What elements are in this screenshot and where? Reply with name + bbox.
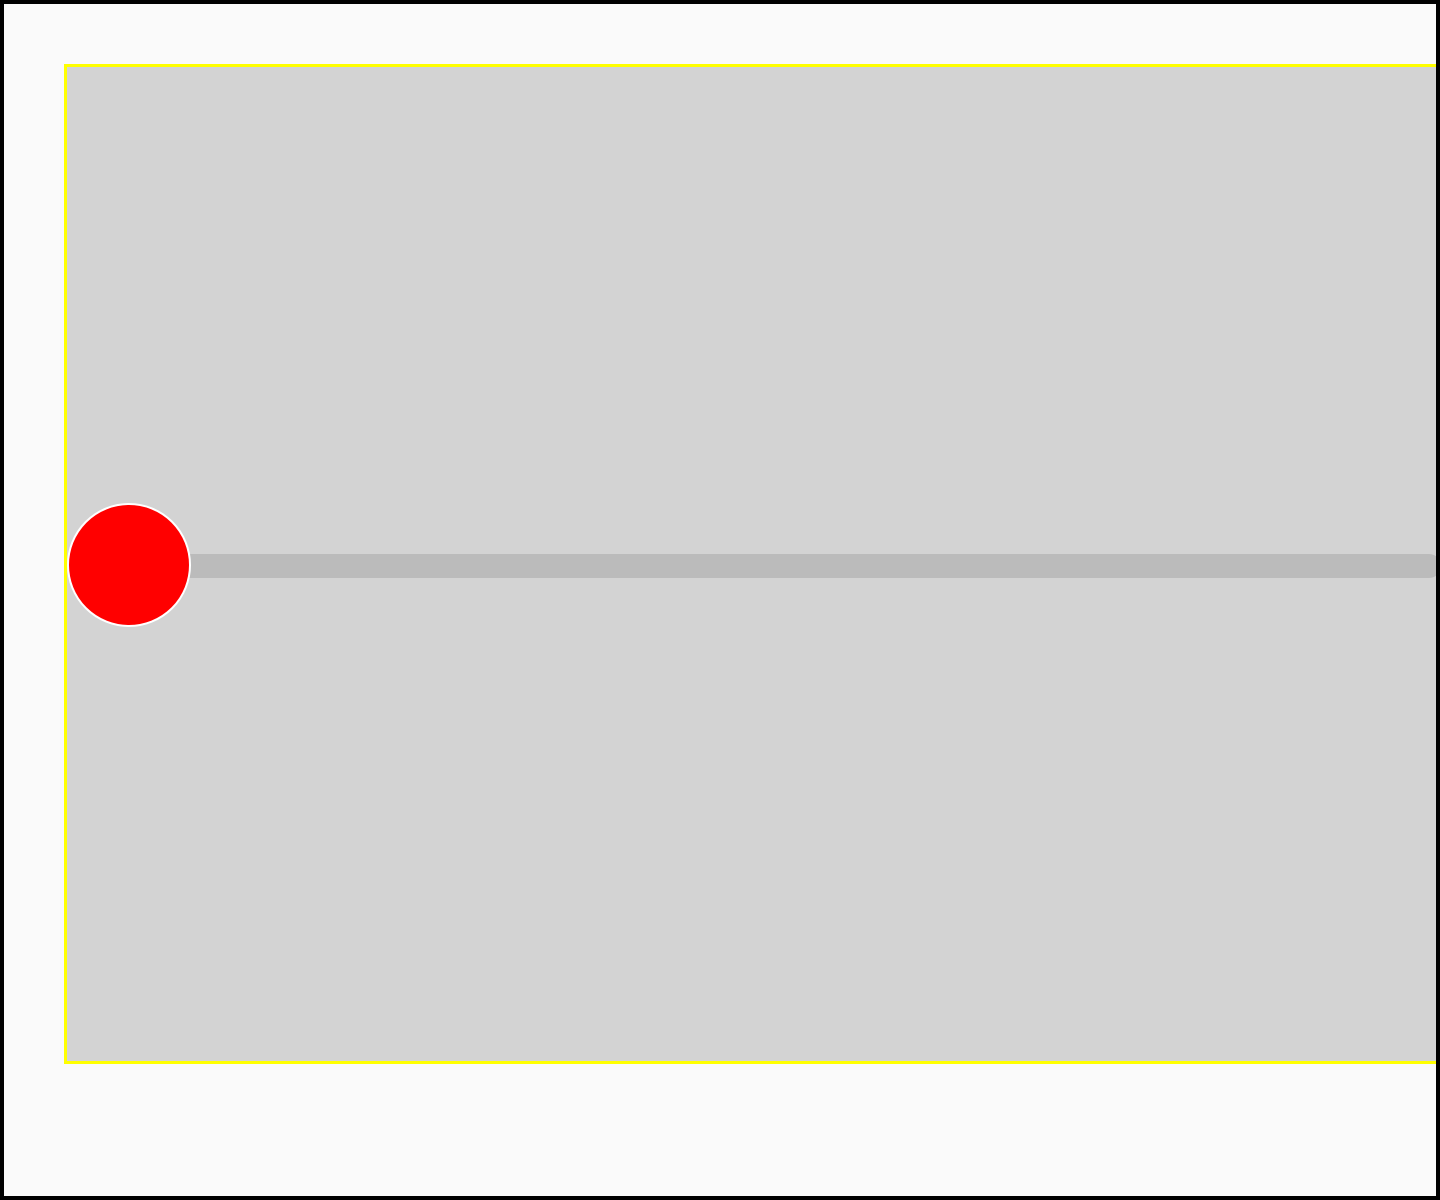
slider-thumb[interactable]	[67, 503, 191, 627]
slider-panel	[64, 64, 1436, 1064]
slider-track[interactable]	[129, 554, 1436, 578]
viewport-frame	[0, 0, 1440, 1200]
